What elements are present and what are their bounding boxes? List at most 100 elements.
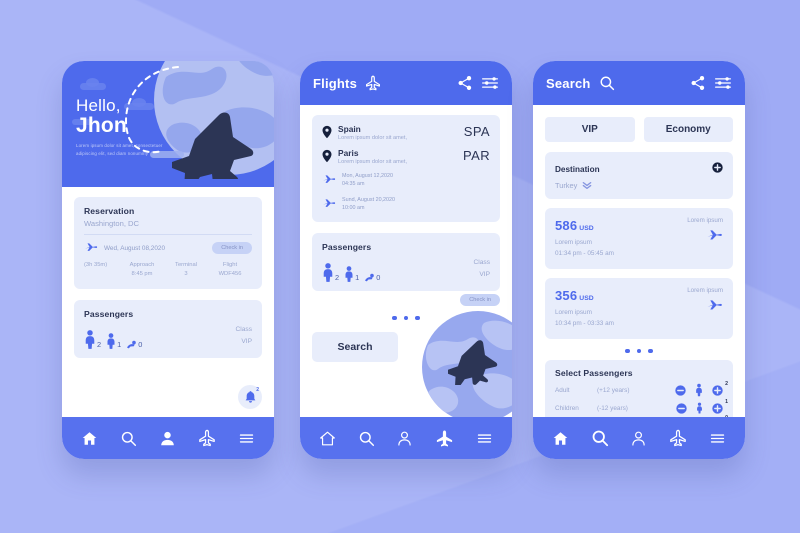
nav-flights-button[interactable] (669, 429, 687, 447)
page-dot[interactable] (648, 348, 653, 354)
class-info: Class VIP (474, 257, 491, 282)
result-sub: Lorem ipsum (555, 239, 592, 246)
passengers-card[interactable]: Passengers 2 1 0 Class VIP (74, 299, 262, 358)
greeting-text: Hello, (76, 96, 121, 115)
checkin-button[interactable]: Check in (460, 293, 500, 306)
result-sub: Lorem ipsum (555, 308, 592, 316)
page-dot[interactable] (636, 348, 642, 354)
share-button[interactable] (457, 75, 473, 91)
menu-icon (477, 433, 492, 443)
adult-icon-wrap (695, 383, 703, 397)
decrement-button[interactable] (675, 384, 686, 396)
tab-economy[interactable]: Economy (643, 117, 733, 142)
child-icon (107, 332, 115, 349)
phone-flights-screen: Flights Spain Lorem ipsum dolor sit amet… (300, 61, 512, 459)
passengers-card[interactable]: Passengers 2 1 0 Class VIP (312, 232, 500, 291)
nav-menu-button[interactable] (238, 430, 255, 447)
share-button[interactable] (690, 75, 706, 91)
checkin-button[interactable]: Check in (212, 242, 252, 254)
passenger-type: Children (555, 404, 579, 412)
nav-profile-button[interactable] (159, 430, 176, 447)
person-icon (161, 431, 174, 445)
passengers-summary: 2 1 0 Class VIP (322, 257, 490, 282)
passenger-icon-group: 2 1 0 (322, 262, 474, 282)
share-icon (458, 76, 472, 90)
passenger-stepper-row: Adult (+12 years) 2 (555, 381, 728, 397)
depart-texts: Mon, August 12,2020 04:35 am (342, 172, 393, 189)
meta-approach: Approach 8:45 pm (120, 261, 164, 280)
result-right-label: Lorem ipsum (687, 217, 723, 224)
adult-count-group: 2 (322, 262, 339, 282)
nav-search-button[interactable] (120, 430, 137, 447)
nav-profile-button[interactable] (630, 430, 647, 447)
result-right-label: Lorem ipsum (687, 286, 723, 294)
destination-code: PAR (463, 148, 490, 163)
add-destination-button[interactable] (712, 160, 723, 178)
route-card[interactable]: Spain Lorem ipsum dolor sit amet, SPA Pa… (312, 115, 500, 222)
nav-menu-button[interactable] (476, 430, 493, 447)
search-header: Search (533, 61, 745, 105)
mockup-stage: Hello, Jhon Lorem ipsum dolor sit amet, … (0, 0, 800, 533)
increment-button[interactable]: 1 (712, 399, 728, 414)
page-dot[interactable] (403, 315, 409, 321)
flight-result-row[interactable]: 356 USD Lorem ipsum 10:34 pm - 03:33 am L… (545, 277, 733, 339)
passengers-title: Passengers (84, 308, 134, 319)
infants-count: 0 (376, 272, 381, 282)
nav-search-button[interactable] (591, 429, 609, 447)
reservation-card[interactable]: Reservation Washington, DC Wed, August 0… (74, 197, 262, 289)
meta-value: WDF456 (218, 271, 242, 278)
nav-flights-button[interactable] (435, 429, 454, 448)
return-texts: Sund, August 20,2020 10:00 am (342, 196, 395, 213)
filter-button[interactable] (714, 75, 732, 91)
reservation-city: Washington, DC (84, 219, 252, 235)
adult-icon (696, 383, 702, 397)
tab-vip[interactable]: VIP (545, 117, 635, 142)
passenger-type: Adult (555, 386, 570, 394)
plus-circle-icon (712, 402, 723, 414)
search-button[interactable]: Search (312, 332, 398, 363)
adult-count-group: 2 (84, 329, 101, 349)
destination-field[interactable]: Destination Turkey (545, 152, 733, 199)
minus-circle-icon (676, 402, 687, 414)
search-icon (592, 430, 608, 447)
nav-profile-button[interactable] (396, 430, 413, 447)
page-dot[interactable] (415, 315, 420, 321)
decrement-button[interactable] (676, 402, 687, 414)
nav-search-button[interactable] (358, 430, 375, 447)
result-plane-wrap (687, 229, 723, 243)
flights-header: Flights (300, 61, 512, 105)
page-dot[interactable] (625, 348, 630, 354)
children-stepper: 1 (676, 399, 728, 414)
origin-row: Spain Lorem ipsum dolor sit amet, SPA (322, 124, 490, 141)
nav-home-button[interactable] (319, 430, 336, 447)
increment-button[interactable]: 2 (712, 381, 728, 396)
meta-label: Flight (222, 262, 238, 268)
home-icon (82, 431, 97, 445)
class-label: Class (473, 258, 491, 266)
nav-home-button[interactable] (81, 430, 98, 447)
nav-home-button[interactable] (552, 430, 569, 447)
search-icon (600, 76, 614, 91)
infants-count-group: 0 (364, 273, 380, 282)
nav-flights-button[interactable] (198, 429, 216, 447)
plane-icon (366, 75, 381, 91)
child-icon-wrap (696, 402, 703, 414)
chevron-down-icon[interactable] (582, 181, 592, 190)
meta-value: 8:45 pm (131, 271, 153, 278)
notifications-button[interactable]: 2 (238, 385, 262, 409)
return-time: 10:00 am (342, 205, 365, 212)
result-left: 356 USD Lorem ipsum 10:34 pm - 03:33 am (555, 287, 687, 330)
return-date: Sund, August 20,2020 (342, 196, 396, 203)
page-dot[interactable] (392, 315, 397, 321)
header-plane-icon-wrap (365, 75, 381, 91)
flight-duration: (3h 35m) (84, 262, 108, 268)
result-price: 586 (555, 218, 578, 233)
checkin-row: Check in (312, 293, 500, 306)
person-icon (632, 431, 646, 446)
nav-menu-button[interactable] (709, 430, 726, 447)
filter-button[interactable] (481, 75, 499, 91)
destination-name: Paris (338, 148, 359, 158)
flight-result-row[interactable]: 586 USD Lorem ipsum 01:34 pm - 05:45 am L… (545, 208, 733, 269)
class-value: VIP (241, 338, 252, 346)
meta-value: 3 (184, 271, 188, 278)
